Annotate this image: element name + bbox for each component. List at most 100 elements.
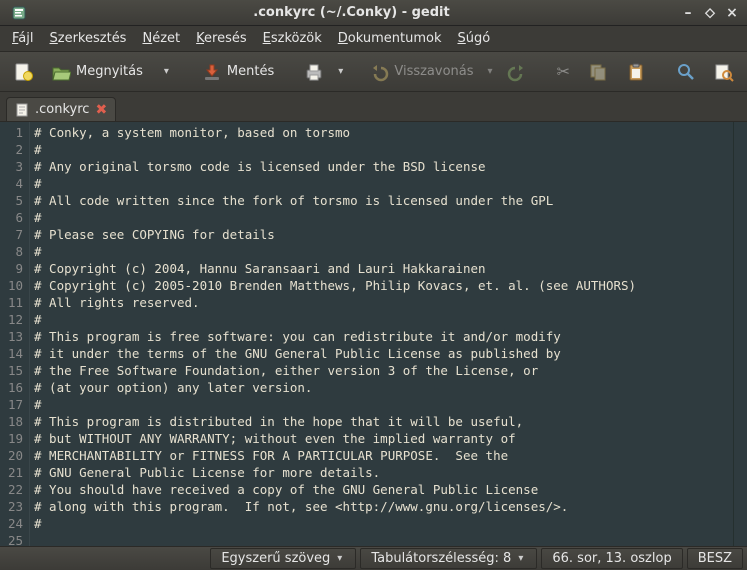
- line-number: 4: [0, 175, 23, 192]
- code-line[interactable]: # This program is free software: you can…: [34, 328, 743, 345]
- save-icon: [202, 62, 222, 82]
- copy-button[interactable]: [581, 57, 615, 87]
- menubar: Fájl Szerkesztés Nézet Keresés Eszközök …: [0, 26, 747, 52]
- chevron-down-icon: ▾: [161, 66, 172, 77]
- line-number: 8: [0, 243, 23, 260]
- undo-button-label: Visszavonás: [394, 64, 473, 79]
- document-tabbar: .conkyrc ✖: [0, 92, 747, 122]
- print-button[interactable]: [297, 57, 331, 87]
- insert-mode[interactable]: BESZ: [687, 548, 743, 569]
- copy-icon: [588, 62, 608, 82]
- chevron-down-icon: ▾: [334, 553, 345, 564]
- code-area[interactable]: # Conky, a system monitor, based on tors…: [30, 122, 747, 546]
- titlebar: .conkyrc (~/.Conky) - gedit – ⬦ ×: [0, 0, 747, 26]
- printer-icon: [304, 62, 324, 82]
- code-line[interactable]: # All rights reserved.: [34, 294, 743, 311]
- document-tab[interactable]: .conkyrc ✖: [6, 97, 116, 121]
- statusbar: Egyszerű szöveg ▾ Tabulátorszélesség: 8 …: [0, 546, 747, 570]
- open-button[interactable]: Megnyitás: [44, 57, 150, 87]
- menu-search[interactable]: Keresés: [188, 28, 255, 49]
- redo-button[interactable]: [500, 57, 534, 87]
- code-line[interactable]: # Copyright (c) 2004, Hannu Saransaari a…: [34, 260, 743, 277]
- code-line[interactable]: # GNU General Public License for more de…: [34, 464, 743, 481]
- insert-mode-label: BESZ: [698, 551, 732, 566]
- close-button[interactable]: ×: [723, 4, 741, 22]
- document-tab-label: .conkyrc: [35, 102, 89, 117]
- tabwidth-label: Tabulátorszélesség: 8: [371, 551, 511, 566]
- menu-help[interactable]: Súgó: [450, 28, 499, 49]
- redo-icon: [507, 62, 527, 82]
- new-document-button[interactable]: [6, 57, 40, 87]
- tab-close-button[interactable]: ✖: [95, 103, 107, 117]
- line-number: 25: [0, 532, 23, 546]
- line-number: 2: [0, 141, 23, 158]
- line-number: 24: [0, 515, 23, 532]
- line-number: 19: [0, 430, 23, 447]
- line-number: 21: [0, 464, 23, 481]
- line-number: 5: [0, 192, 23, 209]
- code-line[interactable]: #: [34, 515, 743, 532]
- code-line[interactable]: #: [34, 396, 743, 413]
- save-button[interactable]: Mentés: [195, 57, 281, 87]
- save-button-label: Mentés: [227, 64, 274, 79]
- menu-view[interactable]: Nézet: [134, 28, 188, 49]
- code-line[interactable]: #: [34, 141, 743, 158]
- tabwidth-selector[interactable]: Tabulátorszélesség: 8 ▾: [360, 548, 537, 569]
- menu-tools[interactable]: Eszközök: [255, 28, 330, 49]
- menu-file[interactable]: Fájl: [4, 28, 42, 49]
- line-number: 10: [0, 277, 23, 294]
- code-line[interactable]: # (at your option) any later version.: [34, 379, 743, 396]
- syntax-selector[interactable]: Egyszerű szöveg ▾: [210, 548, 356, 569]
- code-line[interactable]: # Copyright (c) 2005-2010 Brenden Matthe…: [34, 277, 743, 294]
- find-button[interactable]: [669, 57, 703, 87]
- print-dropdown-icon[interactable]: ▾: [335, 66, 346, 77]
- code-line[interactable]: # You should have received a copy of the…: [34, 481, 743, 498]
- code-line[interactable]: #: [34, 243, 743, 260]
- menu-documents[interactable]: Dokumentumok: [330, 28, 450, 49]
- right-margin: [733, 122, 747, 546]
- undo-dropdown-icon[interactable]: ▾: [485, 66, 496, 77]
- menu-edit[interactable]: Szerkesztés: [42, 28, 135, 49]
- line-number-gutter: 1234567891011121314151617181920212223242…: [0, 122, 30, 546]
- line-number: 12: [0, 311, 23, 328]
- code-line[interactable]: # Conky, a system monitor, based on tors…: [34, 124, 743, 141]
- undo-button[interactable]: Visszavonás: [362, 57, 480, 87]
- chevron-down-icon: ▾: [515, 553, 526, 564]
- folder-open-icon: [51, 62, 71, 82]
- scissors-icon: ✂: [557, 62, 570, 81]
- undo-icon: [369, 62, 389, 82]
- code-line[interactable]: [34, 532, 743, 546]
- code-line[interactable]: #: [34, 311, 743, 328]
- code-line[interactable]: #: [34, 209, 743, 226]
- code-line[interactable]: # it under the terms of the GNU General …: [34, 345, 743, 362]
- clipboard-icon: [626, 62, 646, 82]
- syntax-label: Egyszerű szöveg: [221, 551, 330, 566]
- maximize-button[interactable]: ⬦: [701, 4, 719, 22]
- code-line[interactable]: # along with this program. If not, see <…: [34, 498, 743, 515]
- code-line[interactable]: # Please see COPYING for details: [34, 226, 743, 243]
- editor: 1234567891011121314151617181920212223242…: [0, 122, 747, 546]
- minimize-button[interactable]: –: [679, 4, 697, 22]
- find-replace-icon: [714, 62, 734, 82]
- window-title: .conkyrc (~/.Conky) - gedit: [28, 5, 675, 20]
- code-line[interactable]: # but WITHOUT ANY WARRANTY; without even…: [34, 430, 743, 447]
- line-number: 16: [0, 379, 23, 396]
- paste-button[interactable]: [619, 57, 653, 87]
- line-number: 6: [0, 209, 23, 226]
- find-replace-button[interactable]: [707, 57, 741, 87]
- line-number: 15: [0, 362, 23, 379]
- code-line[interactable]: # All code written since the fork of tor…: [34, 192, 743, 209]
- line-number: 18: [0, 413, 23, 430]
- open-dropdown-button[interactable]: ▾: [154, 57, 179, 87]
- line-number: 20: [0, 447, 23, 464]
- code-line[interactable]: # MERCHANTABILITY or FITNESS FOR A PARTI…: [34, 447, 743, 464]
- cursor-position-label: 66. sor, 13. oszlop: [552, 551, 671, 566]
- toolbar: Megnyitás ▾ Mentés ▾ Visszavonás ▾ ✂: [0, 52, 747, 92]
- line-number: 17: [0, 396, 23, 413]
- code-line[interactable]: # Any original torsmo code is licensed u…: [34, 158, 743, 175]
- code-line[interactable]: # This program is distributed in the hop…: [34, 413, 743, 430]
- code-line[interactable]: # the Free Software Foundation, either v…: [34, 362, 743, 379]
- line-number: 1: [0, 124, 23, 141]
- code-line[interactable]: #: [34, 175, 743, 192]
- cut-button[interactable]: ✂: [550, 57, 577, 87]
